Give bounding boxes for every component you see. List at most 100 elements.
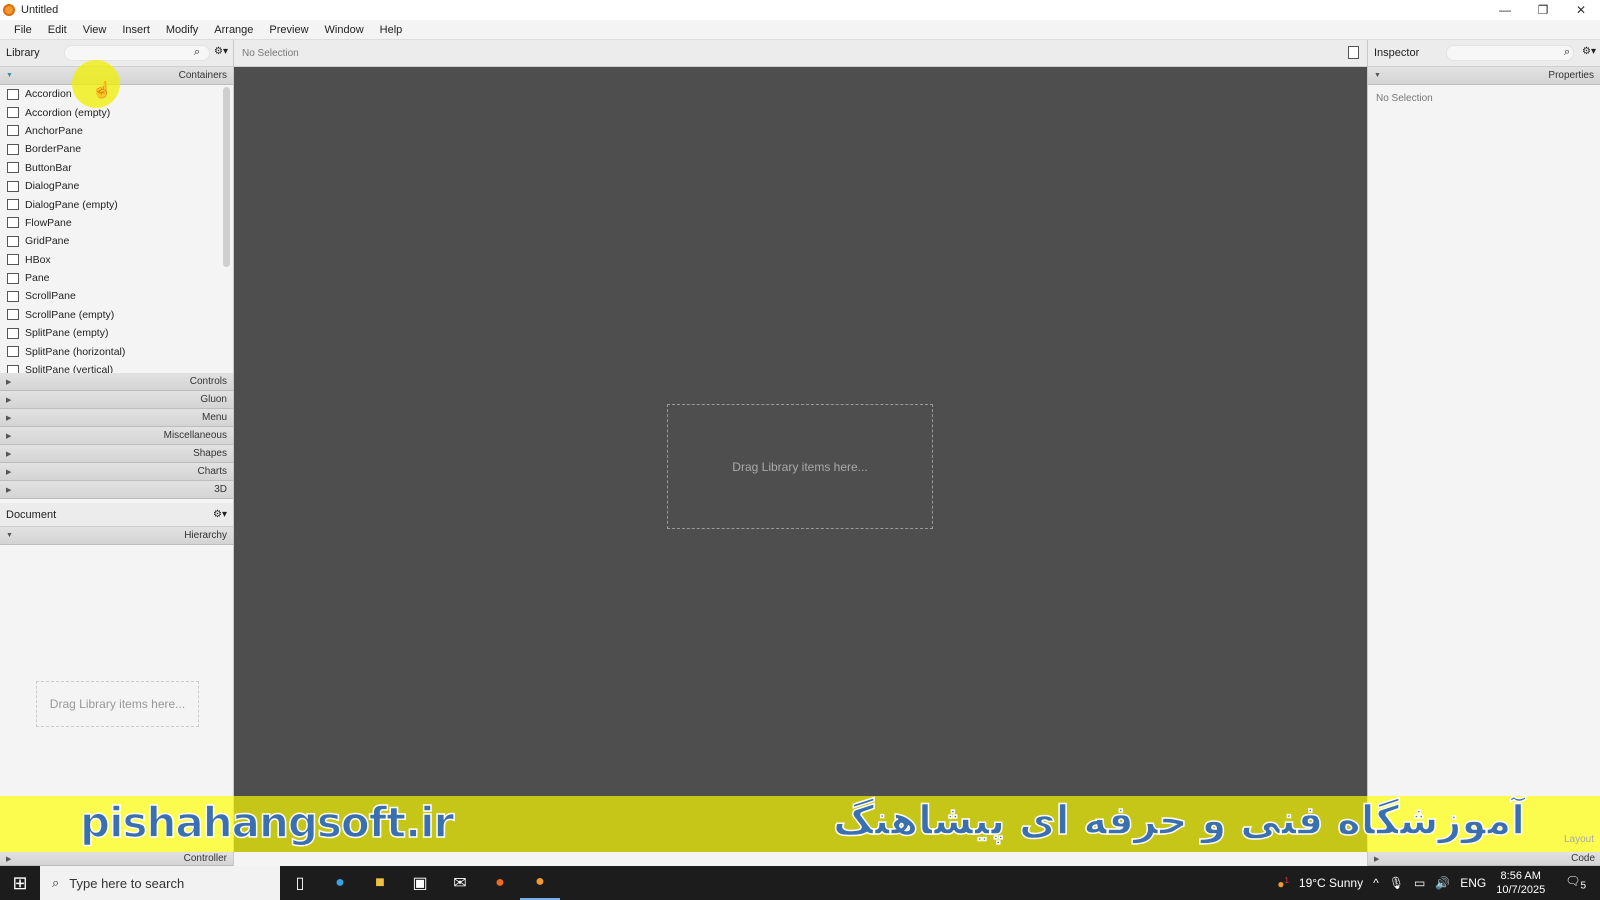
library-item[interactable]: DialogPane (0, 177, 233, 195)
clock[interactable]: 8:56 AM 10/7/2025 (1496, 869, 1545, 897)
library-item-label: GridPane (25, 235, 70, 248)
menu-edit[interactable]: Edit (48, 24, 67, 36)
section-properties[interactable]: ▼ Properties (1368, 67, 1600, 85)
hierarchy-drop-zone[interactable]: Drag Library items here... (36, 681, 199, 727)
close-button[interactable]: ✕ (1562, 0, 1600, 20)
mail-icon[interactable]: ✉ (440, 866, 480, 900)
collapsed-triangle-icon: ▶ (6, 468, 12, 476)
section-hierarchy[interactable]: ▼ Hierarchy (0, 527, 233, 545)
canvas-header: No Selection (234, 40, 1367, 67)
section-label: Controller (183, 853, 227, 864)
library-item[interactable]: Accordion (empty) (0, 103, 233, 121)
scrollbar[interactable] (223, 87, 230, 267)
expanded-triangle-icon: ▼ (6, 72, 13, 79)
library-item[interactable]: DialogPane (empty) (0, 195, 233, 213)
notifications-icon[interactable]: 🗨5 (1565, 874, 1586, 891)
container-icon (7, 235, 19, 247)
collapsed-triangle-icon: ▶ (6, 486, 12, 494)
gear-menu-icon[interactable]: ⚙▾ (214, 46, 228, 57)
canvas-area[interactable]: No Selection Drag Library items here... (234, 40, 1367, 852)
section-layout[interactable]: Layout (1564, 834, 1594, 845)
library-item[interactable]: HBox (0, 251, 233, 269)
maximize-button[interactable]: ❐ (1524, 0, 1562, 20)
chevron-up-icon[interactable]: ^ (1373, 876, 1379, 890)
inspector-title: Inspector (1374, 47, 1420, 59)
collapsed-triangle-icon: ▶ (6, 378, 12, 386)
weather-icon[interactable]: ●1 (1277, 876, 1289, 891)
library-item[interactable]: FlowPane (0, 214, 233, 232)
container-icon (7, 143, 19, 155)
document-icon[interactable] (1348, 46, 1359, 59)
time: 8:56 AM (1500, 870, 1541, 882)
menu-preview[interactable]: Preview (269, 24, 308, 36)
section-menu[interactable]: ▶ Menu (0, 409, 233, 427)
task-view-icon[interactable]: ▯ (280, 866, 320, 900)
section-gluon[interactable]: ▶ Gluon (0, 391, 233, 409)
search-placeholder: Type here to search (69, 875, 185, 891)
library-item[interactable]: SplitPane (empty) (0, 324, 233, 342)
library-item[interactable]: SplitPane (vertical) (0, 361, 233, 373)
edge-icon[interactable]: ● (320, 866, 360, 900)
library-item-label: DialogPane (empty) (25, 198, 118, 211)
section-controls[interactable]: ▶ Controls (0, 373, 233, 391)
menu-modify[interactable]: Modify (166, 24, 198, 36)
library-item[interactable]: BorderPane (0, 140, 233, 158)
window-title: Untitled (21, 4, 59, 16)
collapsed-triangle-icon: ▶ (6, 396, 12, 404)
firefox-icon[interactable]: ● (480, 866, 520, 900)
watermark-banner: pishahangsoft.ir آموزشگاه فنی و حرفه ای … (0, 796, 1600, 852)
notification-count: 5 (1580, 880, 1586, 892)
menu-insert[interactable]: Insert (122, 24, 150, 36)
library-item[interactable]: ScrollPane (empty) (0, 306, 233, 324)
container-icon (7, 272, 19, 284)
search-icon[interactable]: ⌕ (194, 46, 200, 59)
volume-icon[interactable]: 🔊 (1435, 876, 1450, 890)
store-icon[interactable]: ▣ (400, 866, 440, 900)
library-item[interactable]: Pane (0, 269, 233, 287)
windows-start-icon[interactable]: ⊞ (0, 866, 40, 900)
collapsed-triangle-icon: ▶ (1374, 855, 1380, 863)
gear-menu-icon[interactable]: ⚙▾ (213, 509, 227, 520)
section-label: Code (1571, 853, 1595, 864)
library-item-label: Accordion (empty) (25, 106, 111, 119)
menu-view[interactable]: View (83, 24, 107, 36)
inspector-search-input[interactable] (1446, 45, 1574, 61)
section-charts[interactable]: ▶ Charts (0, 463, 233, 481)
section-3d[interactable]: ▶ 3D (0, 481, 233, 499)
container-icon (7, 364, 19, 373)
weather-text[interactable]: 19°C Sunny (1299, 876, 1363, 890)
selection-path: No Selection (242, 47, 299, 59)
network-icon[interactable]: ▭ (1414, 876, 1425, 890)
menu-window[interactable]: Window (325, 24, 364, 36)
section-code[interactable]: ▶ Code (1368, 852, 1600, 866)
container-icon (7, 180, 19, 192)
menu-arrange[interactable]: Arrange (214, 24, 253, 36)
section-controller[interactable]: ▶ Controller (0, 852, 233, 866)
container-icon (7, 125, 19, 137)
search-icon[interactable]: ⌕ (1564, 46, 1570, 59)
language-indicator[interactable]: ENG (1460, 876, 1486, 890)
menu-file[interactable]: File (14, 24, 32, 36)
library-item[interactable]: SplitPane (horizontal) (0, 342, 233, 360)
file-explorer-icon[interactable]: ■ (360, 866, 400, 900)
library-item[interactable]: AnchorPane (0, 122, 233, 140)
taskbar-search[interactable]: ⌕ Type here to search (40, 866, 280, 900)
inspector-panel: Inspector ⌕ ⚙▾ ▼ Properties No Selection… (1367, 40, 1600, 866)
menu-help[interactable]: Help (380, 24, 403, 36)
container-icon (7, 199, 19, 211)
library-item[interactable]: GridPane (0, 232, 233, 250)
library-item[interactable]: ButtonBar (0, 159, 233, 177)
expanded-triangle-icon: ▼ (6, 532, 13, 539)
canvas-drop-zone[interactable]: Drag Library items here... (667, 404, 933, 529)
library-item-label: AnchorPane (25, 124, 83, 137)
scene-builder-icon[interactable]: ● (520, 866, 560, 900)
microphone-icon[interactable]: 🎙 (1389, 876, 1404, 890)
gear-menu-icon[interactable]: ⚙▾ (1582, 46, 1596, 57)
library-item-label: ButtonBar (25, 161, 72, 174)
library-title: Library (6, 47, 40, 59)
library-item[interactable]: ScrollPane (0, 287, 233, 305)
library-search-input[interactable] (64, 45, 210, 61)
minimize-button[interactable]: — (1486, 0, 1524, 20)
section-miscellaneous[interactable]: ▶ Miscellaneous (0, 427, 233, 445)
section-shapes[interactable]: ▶ Shapes (0, 445, 233, 463)
